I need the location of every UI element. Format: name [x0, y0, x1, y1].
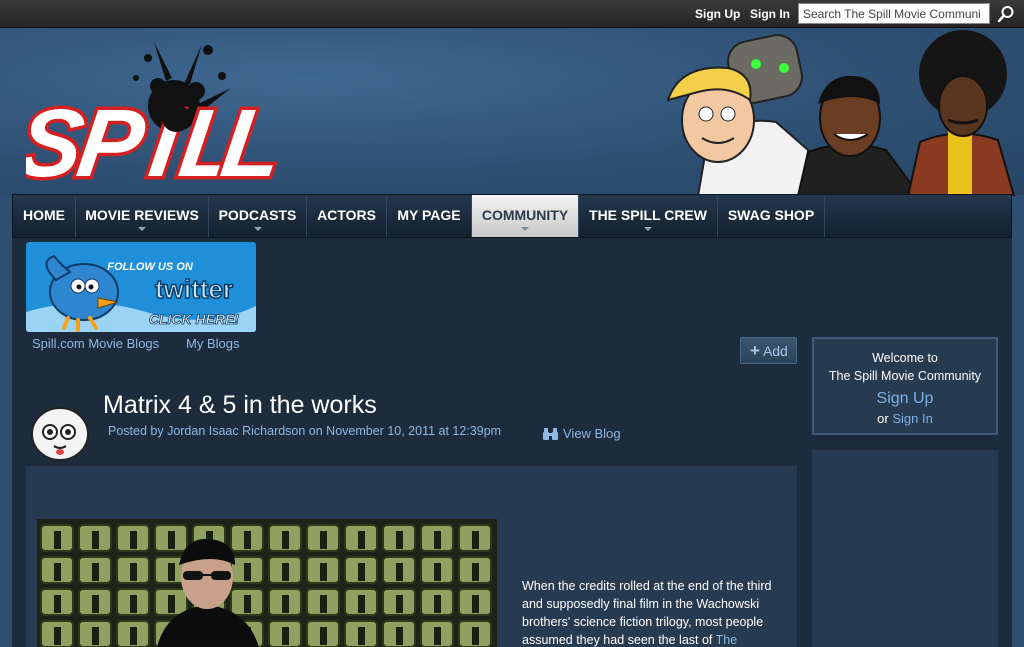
twitter-banner[interactable]: FOLLOW US ON twitter CLICK HERE! [26, 242, 256, 332]
welcome-line1: Welcome to [872, 351, 938, 365]
post-text: When the credits rolled at the end of th… [522, 579, 772, 647]
banner-line3: CLICK HERE! [149, 311, 240, 327]
banner-line1: FOLLOW US ON [107, 261, 194, 273]
main-nav: HOME MOVIE REVIEWS PODCASTS ACTORS MY PA… [12, 194, 1012, 238]
plus-icon: + [750, 341, 760, 360]
chevron-down-icon [521, 227, 529, 231]
post-meta[interactable]: Posted by Jordan Isaac Richardson on Nov… [108, 424, 501, 438]
search-input[interactable]: Search The Spill Movie Communi [798, 3, 990, 24]
binoculars-icon [543, 428, 558, 440]
author-avatar[interactable] [30, 406, 90, 461]
chevron-down-icon [138, 227, 146, 231]
nav-community[interactable]: COMMUNITY [472, 195, 579, 237]
nav-podcasts[interactable]: PODCASTS [209, 195, 307, 237]
chevron-down-icon [253, 227, 262, 231]
nav-actors[interactable]: ACTORS [307, 195, 387, 237]
svg-text:P: P [71, 90, 151, 192]
chevron-down-icon [644, 227, 652, 231]
sign-up-link[interactable]: Sign Up [695, 7, 740, 21]
spill-logo[interactable]: S P I L L [26, 36, 278, 192]
banner-line2: twitter [155, 274, 233, 304]
welcome-sign-in-row: or Sign In [877, 411, 933, 426]
post-title: Matrix 4 & 5 in the works [103, 391, 377, 419]
add-button[interactable]: + Add [740, 337, 797, 364]
nav-swag-shop[interactable]: SWAG SHOP [718, 195, 825, 237]
welcome-sign-up-link[interactable]: Sign Up [814, 390, 996, 408]
top-bar: Sign Up Sign In Search The Spill Movie C… [0, 0, 1024, 28]
spill-blogs-link[interactable]: Spill.com Movie Blogs [32, 336, 159, 351]
search-icon[interactable] [997, 5, 1015, 23]
sidebar-box [812, 450, 998, 647]
nav-home[interactable]: HOME [13, 195, 76, 237]
spill-crew-illustration [666, 30, 1016, 196]
welcome-sign-in-link[interactable]: Sign In [892, 411, 932, 426]
nav-my-page[interactable]: MY PAGE [387, 195, 472, 237]
nav-movie-reviews[interactable]: MOVIE REVIEWS [76, 195, 209, 237]
matrix-post-image [37, 519, 497, 647]
view-blog-link[interactable]: View Blog [543, 426, 621, 441]
my-blogs-link[interactable]: My Blogs [186, 336, 239, 351]
nav-the-spill-crew[interactable]: THE SPILL CREW [579, 195, 718, 237]
welcome-line2: The Spill Movie Community [828, 369, 982, 383]
welcome-box: Welcome to The Spill Movie Community Sig… [812, 337, 998, 435]
sign-in-link[interactable]: Sign In [750, 7, 790, 21]
post-text-link[interactable]: The [716, 633, 738, 647]
